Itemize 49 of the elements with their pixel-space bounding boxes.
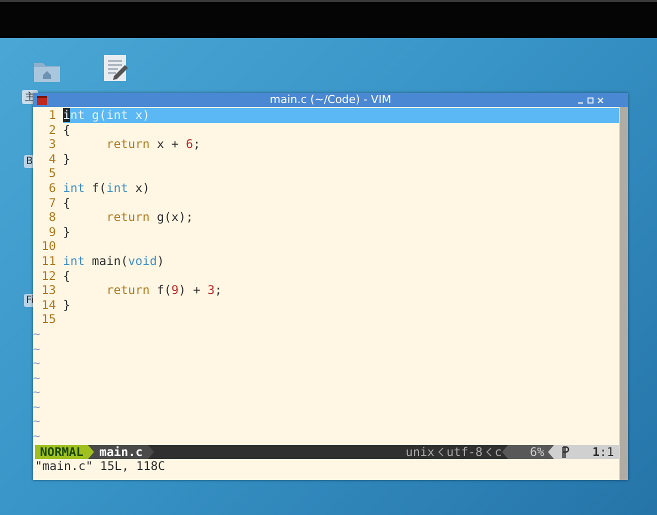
command-line: "main.c" 15L, 118C: [34, 458, 166, 474]
line-number: 2: [48, 122, 57, 138]
code-line: return x + 6;: [105, 137, 202, 152]
code-line: int main(void): [63, 254, 166, 269]
document-edit-icon[interactable]: [101, 54, 131, 82]
file-format: unix: [406, 444, 434, 459]
line-number: 5: [48, 166, 57, 181]
line-number: 13: [40, 283, 57, 298]
line-number: 9: [48, 224, 57, 240]
code-line: int f(int x): [63, 180, 151, 196]
line-number: 3: [48, 137, 57, 152]
maximize-icon[interactable]: [587, 96, 594, 104]
empty-line-marker: ~: [33, 400, 40, 414]
file-type: c: [494, 444, 502, 459]
line-number: 7: [48, 196, 57, 210]
code-line: }: [63, 224, 72, 240]
line-number: 14: [40, 298, 57, 312]
scrollbar[interactable]: [619, 107, 628, 480]
separator-icon: [88, 444, 94, 459]
separator-icon: [486, 444, 492, 459]
line-number: 11: [40, 254, 57, 269]
separator-icon: [438, 444, 444, 459]
code-line: return g(x);: [105, 210, 194, 225]
window-title: main.c (~/Code) - VIM: [270, 93, 392, 107]
code-line: }: [63, 298, 72, 312]
line-number: 12: [40, 268, 57, 284]
file-encoding: utf-8: [446, 444, 483, 459]
close-icon[interactable]: [597, 96, 604, 104]
empty-line-marker: ~: [33, 356, 40, 371]
code-line: {: [63, 196, 72, 210]
empty-line-marker: ~: [33, 326, 40, 342]
empty-line-marker: ~: [33, 414, 40, 430]
code-line: }: [63, 152, 72, 166]
empty-line-marker: ~: [33, 429, 40, 444]
line-number: 10: [40, 239, 57, 254]
line-number: 4: [48, 152, 57, 166]
empty-line-marker: ~: [33, 370, 40, 386]
code-line: {: [63, 122, 72, 138]
app-icon[interactable]: [37, 96, 47, 104]
line-number: 8: [48, 210, 57, 225]
empty-line-marker: ~: [33, 385, 40, 400]
line-number: 15: [40, 312, 57, 327]
code-line: return f(9) + 3;: [105, 283, 223, 298]
separator-icon: [548, 444, 554, 459]
line-number: 1: [48, 108, 57, 123]
cursor-position: 1:1: [574, 444, 619, 459]
line-number: 6: [48, 180, 57, 196]
empty-line-marker: ~: [33, 342, 40, 356]
code-line: {: [63, 268, 72, 284]
